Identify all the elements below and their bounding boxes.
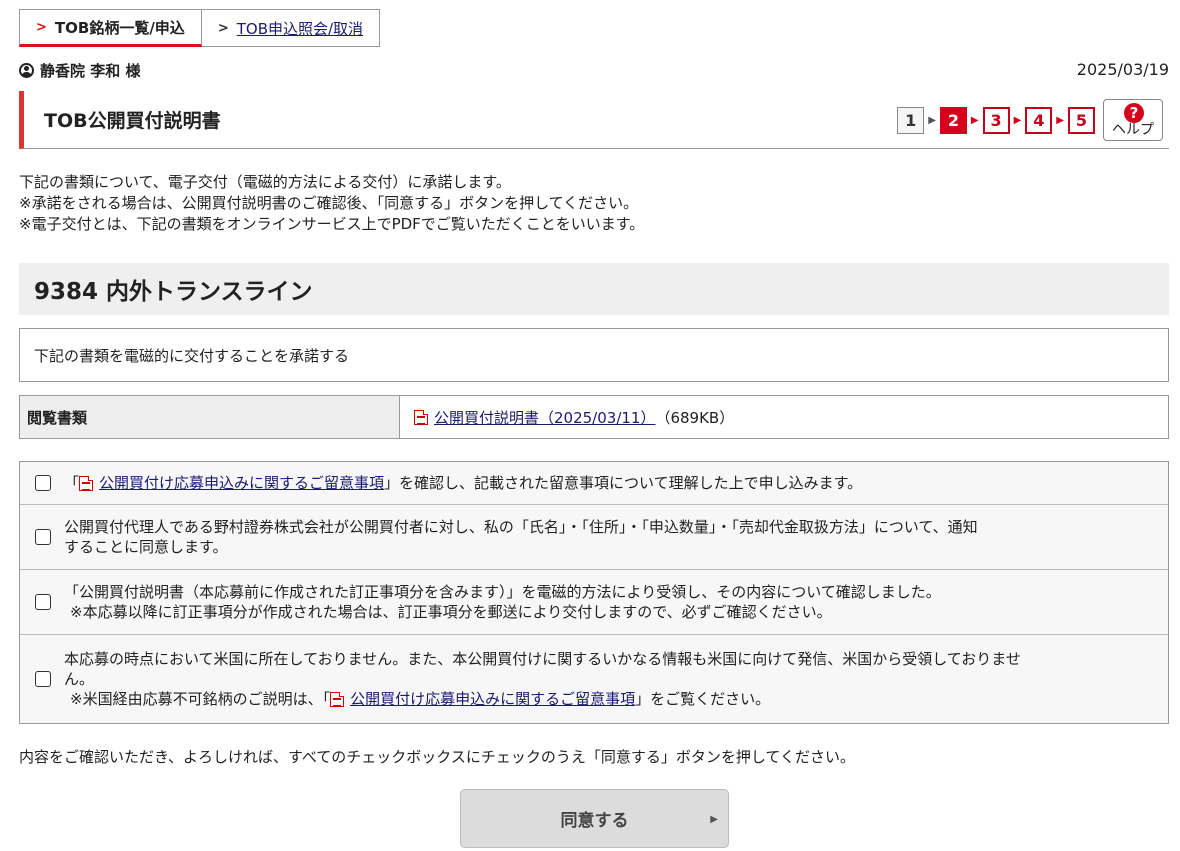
checklist-text: 本応募の時点において米国に所在しておりません。また、本公開買付けに関するいかなる…	[64, 649, 1168, 709]
notes-pdf-link[interactable]: 公開買付け応募申込みに関するご留意事項	[99, 474, 384, 492]
chevron-right-icon: >	[36, 19, 47, 35]
step-2: 2	[939, 106, 967, 134]
chevron-right-icon: >	[217, 20, 229, 36]
intro-line: ※電子交付とは、下記の書類をオンラインサービス上でPDFでご覧いただくことをいい…	[19, 215, 645, 233]
checklist-row: 公開買付代理人である野村證券株式会社が公開買付者に対し、私の「氏名」・「住所」・…	[20, 505, 1168, 570]
consent-statement: 下記の書類を電磁的に交付することを承諾する	[19, 328, 1169, 382]
tab-tob-list-label: TOB銘柄一覧/申込	[54, 18, 185, 37]
document-file-size: （689KB）	[655, 408, 735, 427]
agreement-checkbox-1[interactable]	[35, 475, 51, 491]
step-arrow-icon: ▶	[1013, 114, 1022, 126]
step-indicator: 1 ▶ 2 ▶ 3 ▶ 4 ▶ 5 ? ヘルプ	[897, 99, 1163, 141]
agreement-checkbox-4[interactable]	[35, 671, 51, 687]
document-table-header: 閲覧書類	[20, 396, 400, 438]
agreement-checkbox-2[interactable]	[35, 529, 51, 545]
intro-text: 下記の書類について、電子交付（電磁的方法による交付）に承諾します。 ※承諾をされ…	[19, 172, 644, 235]
tab-tob-list[interactable]: > TOB銘柄一覧/申込	[19, 9, 202, 47]
checklist-text-part: ※米国経由応募不可銘柄のご説明は、「	[70, 690, 331, 708]
pdf-icon	[79, 476, 94, 491]
checklist-text: 「公開買付説明書（本応募前に作成された訂正事項分を含みます）」を電磁的方法により…	[64, 582, 1168, 622]
checklist-text-part: 「	[64, 474, 80, 492]
checklist-text-line: することに同意します。	[64, 538, 228, 556]
bottom-instruction: 内容をご確認いただき、よろしければ、すべてのチェックボックスにチェックのうえ「同…	[19, 748, 855, 766]
intro-line: 下記の書類について、電子交付（電磁的方法による交付）に承諾します。	[19, 173, 511, 191]
checklist-text-line: ん。	[64, 670, 95, 688]
user-icon	[19, 63, 34, 78]
step-3: 3	[982, 106, 1010, 134]
step-arrow-icon: ▶	[1056, 114, 1064, 126]
checklist-text-part: 」をご覧ください。	[635, 690, 771, 708]
checklist-row: 「公開買付説明書（本応募前に作成された訂正事項分を含みます）」を電磁的方法により…	[20, 570, 1168, 635]
step-5: 5	[1068, 106, 1095, 134]
agree-button-label: 同意する	[560, 811, 629, 831]
company-name-heading: 9384 内外トランスライン	[19, 263, 1169, 315]
current-date: 2025/03/19	[1076, 60, 1169, 79]
pdf-icon	[414, 409, 428, 425]
page-title-bar: TOB公開買付説明書 1 ▶ 2 ▶ 3 ▶ 4 ▶ 5 ? ヘルプ	[19, 91, 1169, 149]
step-arrow-icon: ▶	[970, 114, 979, 126]
checklist-text-part: 」を確認し、記載された留意事項について理解した上で申し込みます。	[384, 474, 863, 492]
checklist-text-line: ※米国経由応募不可銘柄のご説明は、「 公開買付け応募申込みに関するご留意事項」をご…	[64, 689, 1154, 709]
tab-tob-inquiry-label[interactable]: TOB申込照会/取消	[237, 18, 363, 39]
checklist-row: 本応募の時点において米国に所在しておりません。また、本公開買付けに関するいかなる…	[20, 635, 1168, 723]
document-table-cell: 公開買付説明書（2025/03/11） （689KB）	[400, 396, 1168, 438]
checklist-row: 「 公開買付け応募申込みに関するご留意事項」を確認し、記載された留意事項について理…	[20, 462, 1168, 505]
page-title: TOB公開買付説明書	[44, 110, 221, 132]
checklist-text: 公開買付代理人である野村證券株式会社が公開買付者に対し、私の「氏名」・「住所」・…	[64, 517, 1168, 557]
checklist-text-line: 本応募の時点において米国に所在しておりません。また、本公開買付けに関するいかなる…	[64, 650, 1021, 668]
checklist-text: 「 公開買付け応募申込みに関するご留意事項」を確認し、記載された留意事項について理…	[64, 473, 1168, 493]
help-button[interactable]: ? ヘルプ	[1103, 99, 1163, 141]
step-4: 4	[1025, 106, 1053, 134]
tob-tabs: > TOB銘柄一覧/申込 > TOB申込照会/取消	[19, 9, 381, 47]
tab-tob-inquiry[interactable]: > TOB申込照会/取消	[201, 9, 381, 47]
pdf-icon	[330, 692, 345, 707]
intro-line: ※承諾をされる場合は、公開買付説明書のご確認後、「同意する」ボタンを押してくださ…	[19, 194, 639, 212]
checklist-text-line: ※本応募以降に訂正事項分が作成された場合は、訂正事項分を郵送により交付しますので…	[70, 603, 832, 621]
checklist-text-line: 「公開買付説明書（本応募前に作成された訂正事項分を含みます）」を電磁的方法により…	[64, 583, 941, 601]
user-name: 静香院 李和 様	[40, 62, 141, 80]
notes-pdf-link-2[interactable]: 公開買付け応募申込みに関するご留意事項	[350, 690, 635, 708]
step-arrow-icon: ▶	[928, 114, 936, 126]
user-info: 静香院 李和 様	[19, 60, 140, 81]
document-table: 閲覧書類 公開買付説明書（2025/03/11） （689KB）	[19, 395, 1169, 439]
help-label: ヘルプ	[1112, 122, 1154, 138]
checklist-text-line: 公開買付代理人である野村證券株式会社が公開買付者に対し、私の「氏名」・「住所」・…	[64, 518, 978, 536]
agree-button[interactable]: 同意する ▶	[460, 789, 729, 848]
agreement-checklist: 「公開買付け応募申込みに関するご留意事項」を確認し、記載された留意事項について理…	[19, 461, 1169, 724]
prospectus-pdf-link[interactable]: 公開買付説明書（2025/03/11）	[434, 407, 655, 428]
step-1: 1	[897, 106, 925, 134]
agreement-checkbox-3[interactable]	[35, 594, 51, 610]
triangle-right-icon: ▶	[710, 814, 718, 825]
